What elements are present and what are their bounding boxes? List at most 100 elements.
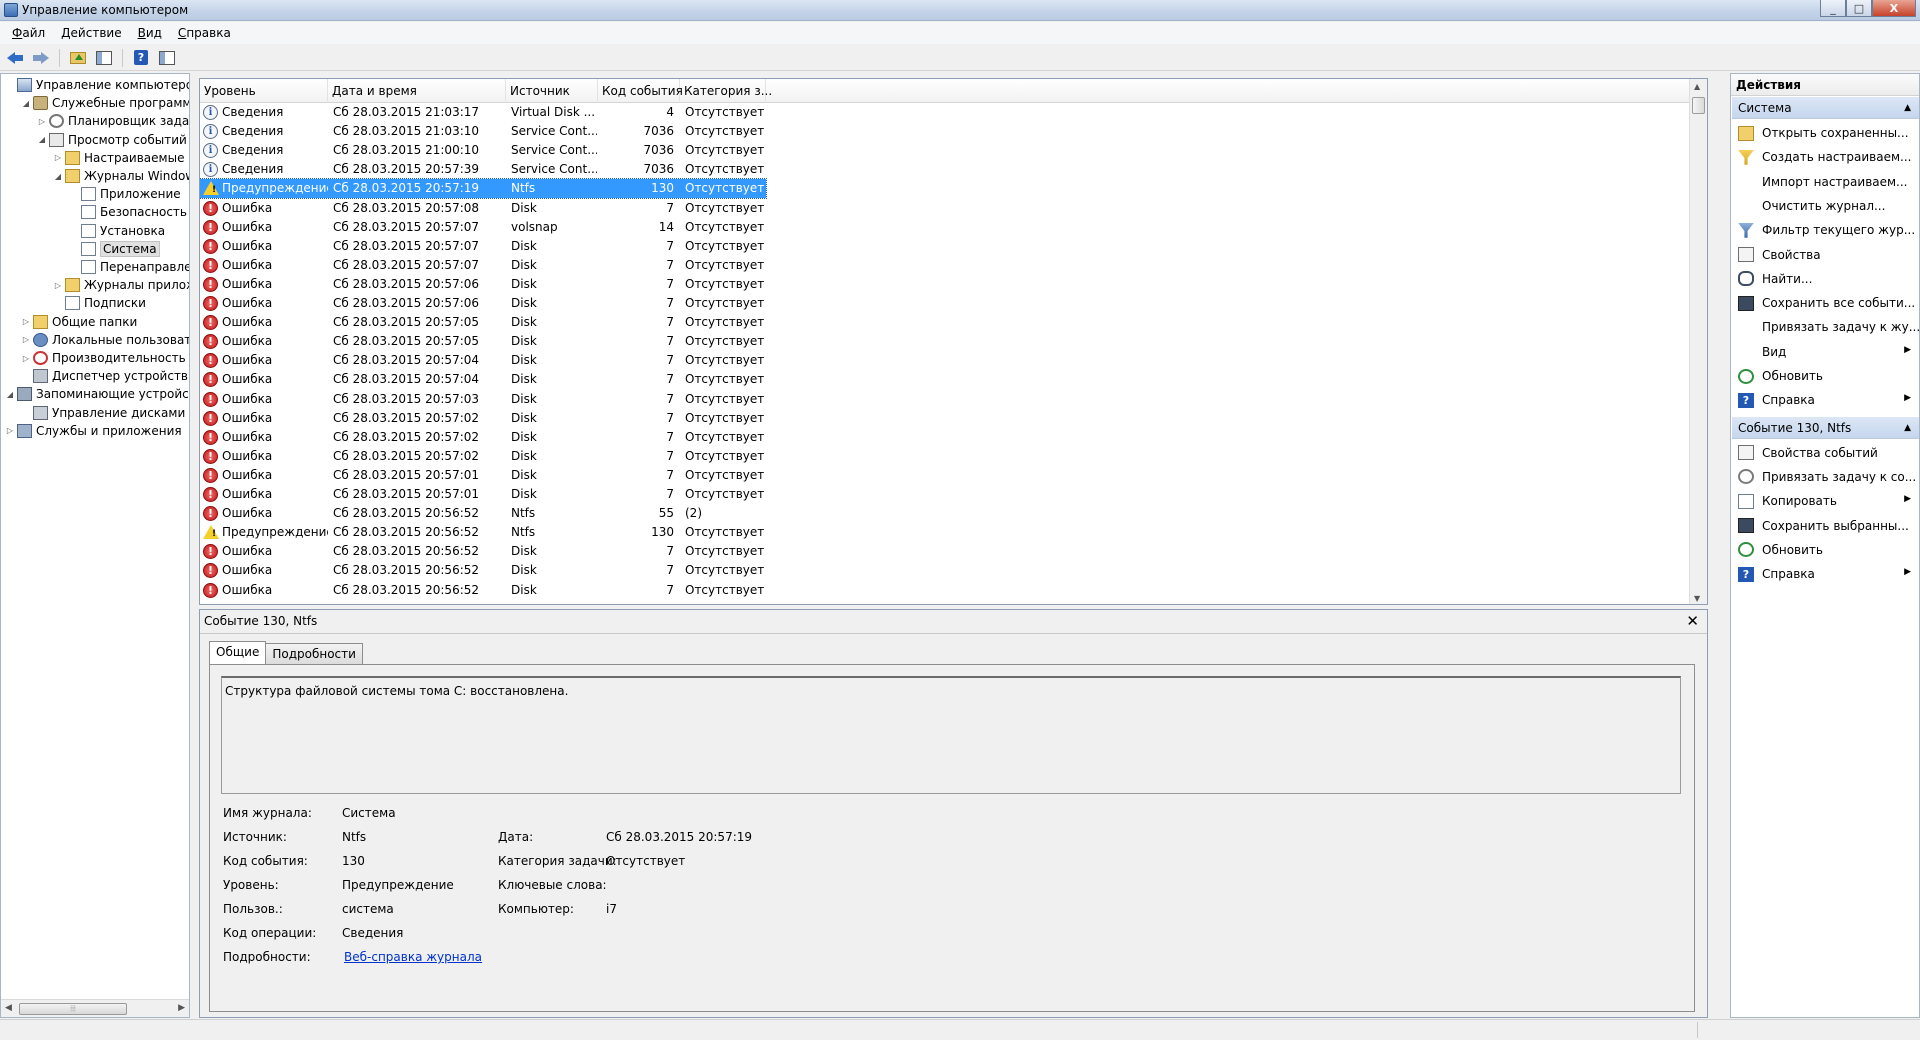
expand-icon[interactable]: ▷: [53, 153, 63, 163]
event-list-vertical-scrollbar[interactable]: ▲ ▼: [1689, 79, 1707, 604]
tab-details[interactable]: Подробности: [265, 643, 363, 664]
scroll-thumb[interactable]: ⦙⦙⦙: [19, 1003, 127, 1015]
show-hide-action-pane-button[interactable]: [156, 48, 178, 68]
table-row[interactable]: i Сведения Сб 28.03.2015 21:03:17 Virtual D…: [200, 103, 766, 122]
help-button[interactable]: ?: [130, 48, 152, 68]
tree-node[interactable]: Подписки: [53, 294, 146, 312]
table-row[interactable]: ! Ошибка Сб 28.03.2015 20:57:07 Disk 7 Отсутс…: [200, 256, 766, 275]
table-row[interactable]: ! Ошибка Сб 28.03.2015 20:57:08 Disk 7 Отсутс…: [200, 199, 766, 218]
table-row[interactable]: ! Ошибка Сб 28.03.2015 20:57:06 Disk 7 Отсутс…: [200, 294, 766, 313]
tree-node[interactable]: Система: [69, 240, 160, 258]
actions-section-header[interactable]: Система ▲: [1732, 97, 1919, 119]
expand-icon[interactable]: ▷: [37, 116, 47, 126]
tree-horizontal-scrollbar[interactable]: ◀ ⦙⦙⦙ ▶: [1, 999, 189, 1017]
action-item[interactable]: Сохранить выбранны...: [1731, 514, 1919, 538]
table-row[interactable]: ! Ошибка Сб 28.03.2015 20:56:52 Disk 7 Отсутс…: [200, 561, 766, 580]
tree-node[interactable]: Перенаправлен: [69, 258, 189, 276]
column-task-category[interactable]: Категория з...: [680, 79, 772, 103]
up-level-button[interactable]: [67, 48, 89, 68]
action-item[interactable]: Найти...: [1731, 267, 1919, 291]
menu-file[interactable]: Файл: [4, 26, 53, 40]
tab-general[interactable]: Общие: [209, 641, 267, 664]
action-item[interactable]: Копировать ▶: [1731, 489, 1919, 513]
action-item[interactable]: Свойства событий: [1731, 441, 1919, 465]
table-row[interactable]: ! Ошибка Сб 28.03.2015 20:57:02 Disk 7 Отсутс…: [200, 409, 766, 428]
scroll-down-icon[interactable]: ▼: [1694, 594, 1700, 603]
event-log-online-help-link[interactable]: Веб-справка журнала: [344, 950, 482, 964]
close-details-icon[interactable]: ✕: [1686, 612, 1699, 630]
show-hide-tree-button[interactable]: [93, 48, 115, 68]
table-row[interactable]: ! Ошибка Сб 28.03.2015 20:57:05 Disk 7 Отсутс…: [200, 313, 766, 332]
collapse-section-icon[interactable]: ▲: [1904, 97, 1911, 119]
table-row[interactable]: i Сведения Сб 28.03.2015 20:57:39 Service C…: [200, 160, 766, 179]
scroll-up-icon[interactable]: ▲: [1694, 82, 1700, 91]
table-row[interactable]: ! Ошибка Сб 28.03.2015 20:57:06 Disk 7 Отсутс…: [200, 275, 766, 294]
scroll-left-icon[interactable]: ◀: [5, 1003, 12, 1013]
table-row[interactable]: ! Предупреждение Сб 28.03.2015 20:56:52 Ntf…: [200, 523, 766, 542]
tree-node[interactable]: ◢ Запоминающие устройст: [5, 385, 189, 403]
back-button[interactable]: [4, 48, 26, 68]
table-row[interactable]: ! Ошибка Сб 28.03.2015 20:57:07 Disk 7 Отсутс…: [200, 237, 766, 256]
collapse-section-icon[interactable]: ▲: [1904, 417, 1911, 439]
action-item[interactable]: Привязать задачу к со...: [1731, 465, 1919, 489]
column-event-id[interactable]: Код события: [598, 79, 683, 103]
tree-node[interactable]: ▷ Локальные пользовате: [21, 331, 189, 349]
actions-section-header[interactable]: Событие 130, Ntfs ▲: [1732, 416, 1919, 439]
table-row[interactable]: ! Ошибка Сб 28.03.2015 20:57:04 Disk 7 Отсутс…: [200, 370, 766, 389]
table-row[interactable]: ! Ошибка Сб 28.03.2015 20:56:52 Ntfs 55 (2): [200, 504, 766, 523]
tree-node[interactable]: ▷ Журналы приложе: [53, 276, 189, 294]
action-item[interactable]: Вид ▶: [1731, 340, 1919, 364]
action-item[interactable]: Открыть сохраненны...: [1731, 121, 1919, 145]
forward-button[interactable]: [30, 48, 52, 68]
action-item[interactable]: Импорт настраиваем...: [1731, 170, 1919, 194]
tree-node[interactable]: Безопасность: [69, 203, 187, 221]
expand-icon[interactable]: ▷: [53, 280, 63, 290]
table-row[interactable]: ! Ошибка Сб 28.03.2015 20:57:07 volsnap 14 От…: [200, 218, 766, 237]
tree-node[interactable]: Управление компьютером (л: [5, 76, 189, 94]
table-row[interactable]: i Сведения Сб 28.03.2015 21:00:10 Service C…: [200, 141, 766, 160]
column-source[interactable]: Источник: [506, 79, 598, 103]
tree-node[interactable]: Диспетчер устройств: [21, 367, 188, 385]
tree-node[interactable]: ▷ Планировщик заданий: [37, 112, 189, 130]
tree-node[interactable]: ▷ Производительность: [21, 349, 186, 367]
menu-help[interactable]: Справка: [170, 26, 239, 40]
collapse-icon[interactable]: ◢: [37, 135, 47, 145]
expand-icon[interactable]: ▷: [21, 353, 31, 363]
tree-node[interactable]: ◢ Служебные программы: [21, 94, 189, 112]
menu-view[interactable]: Вид: [130, 26, 170, 40]
collapse-icon[interactable]: ◢: [53, 171, 63, 181]
action-item[interactable]: Сохранить все событи...: [1731, 291, 1919, 315]
action-item[interactable]: Фильтр текущего жур...: [1731, 218, 1919, 242]
table-row[interactable]: ! Ошибка Сб 28.03.2015 20:57:02 Disk 7 Отсутс…: [200, 428, 766, 447]
tree-node[interactable]: ▷ Настраиваемые пр: [53, 149, 189, 167]
table-row[interactable]: ! Ошибка Сб 28.03.2015 20:56:52 Disk 7 Отсутс…: [200, 581, 766, 600]
action-item[interactable]: Обновить: [1731, 364, 1919, 388]
tree-node[interactable]: ◢ Просмотр событий: [37, 131, 187, 149]
action-item[interactable]: Очистить журнал...: [1731, 194, 1919, 218]
tree-node[interactable]: ▷ Общие папки: [21, 313, 137, 331]
event-message-box[interactable]: Структура файловой системы тома C: восст…: [221, 676, 1681, 794]
tree-node[interactable]: Управление дисками: [21, 404, 185, 422]
close-button[interactable]: X: [1872, 0, 1916, 17]
table-row[interactable]: ! Предупреждение Сб 28.03.2015 20:57:19 Ntf…: [200, 178, 767, 200]
action-item[interactable]: ? Справка ▶: [1731, 388, 1919, 412]
action-item[interactable]: Свойства: [1731, 243, 1919, 267]
scroll-thumb[interactable]: [1692, 97, 1705, 114]
column-date-time[interactable]: Дата и время: [328, 79, 506, 103]
tree-node[interactable]: Приложение: [69, 185, 181, 203]
table-row[interactable]: ! Ошибка Сб 28.03.2015 20:57:01 Disk 7 Отсутс…: [200, 485, 766, 504]
scroll-right-icon[interactable]: ▶: [178, 1003, 185, 1013]
table-row[interactable]: ! Ошибка Сб 28.03.2015 20:57:04 Disk 7 Отсутс…: [200, 351, 766, 370]
tree-node[interactable]: ◢ Журналы Windows: [53, 167, 189, 185]
collapse-icon[interactable]: ◢: [21, 98, 31, 108]
table-row[interactable]: ! Ошибка Сб 28.03.2015 20:57:03 Disk 7 Отсутс…: [200, 390, 766, 409]
tree-node[interactable]: ▷ Службы и приложения: [5, 422, 182, 440]
minimize-button[interactable]: _: [1820, 0, 1846, 17]
expand-icon[interactable]: ▷: [21, 335, 31, 345]
expand-icon[interactable]: ▷: [21, 317, 31, 327]
menu-action[interactable]: Действие: [53, 26, 129, 40]
expand-icon[interactable]: ▷: [5, 426, 15, 436]
action-item[interactable]: Обновить: [1731, 538, 1919, 562]
table-row[interactable]: ! Ошибка Сб 28.03.2015 20:57:02 Disk 7 Отсутс…: [200, 447, 766, 466]
table-row[interactable]: i Сведения Сб 28.03.2015 21:03:10 Service C…: [200, 122, 766, 141]
